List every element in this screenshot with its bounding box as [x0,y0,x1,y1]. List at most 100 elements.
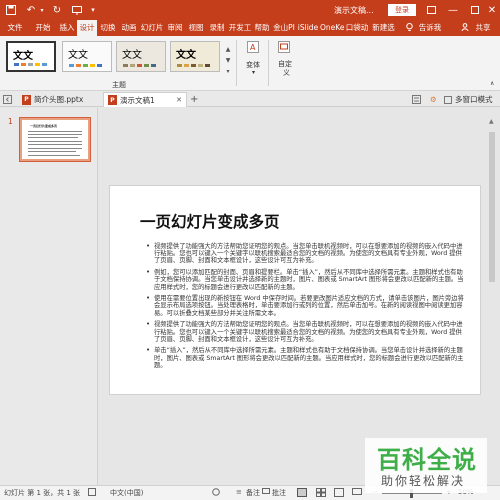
new-tab-icon[interactable]: + [190,92,198,107]
notes-button[interactable]: 备注 [246,488,260,498]
tab-kingsoft-pi[interactable]: 金山PI [272,20,296,36]
bullet-paragraph: 视频提供了功能强大的方法帮助您证明您的观点。当您单击联机视频时，可以在想要添加的… [146,321,466,343]
redo-icon[interactable]: ↻ [50,3,64,17]
theme-office[interactable]: 文文 [6,41,56,72]
share-button[interactable]: 共享 [471,20,495,36]
bullet-paragraph: 视频提供了功能强大的方法帮助您证明您的观点。当您单击联机视频时，可以在想要添加的… [146,243,466,265]
tab-home[interactable]: 开始 [30,20,56,36]
doc-tab-presentation1[interactable]: P 演示文稿1 ✕ [103,92,187,107]
svg-text:A: A [250,43,256,52]
thumbnail-text-line [28,134,82,135]
slideshow-icon[interactable] [70,3,84,17]
scrollbar-thumb[interactable] [489,132,495,282]
tab-transitions[interactable]: 切换 [98,20,118,36]
theme-swatches [69,64,102,67]
tab-insert[interactable]: 插入 [57,20,77,36]
powerpoint-file-icon: P [22,94,31,105]
customize-qat-icon[interactable]: ▾ [88,3,98,17]
slide-body-textbox[interactable]: 视频提供了功能强大的方法帮助您证明您的观点。当您单击联机视频时，可以在想要添加的… [146,243,466,374]
ribbon-tab-bar: 文件 开始 插入 设计 切换 动画 幻灯片 审阅 视图 录制 开发工 帮助 金山… [0,20,500,36]
thumbnail-text-line [28,131,82,132]
collapse-ribbon-icon[interactable]: ∧ [490,80,494,87]
slide-thumbnail-pane: 1 一页幻灯片变成多页 [0,108,98,485]
current-slide[interactable]: 一页幻灯片变成多页 视频提供了功能强大的方法帮助您证明您的观点。当您单击联机视频… [109,185,481,395]
theme-swatches [123,64,156,67]
tab-developer[interactable]: 开发工 [228,20,252,36]
doc-tab-back-icon[interactable] [3,92,12,107]
reading-view-icon[interactable] [334,488,344,499]
theme-swatches [14,63,47,66]
ribbon-display-icon[interactable] [424,3,438,17]
tab-file[interactable]: 文件 [4,20,26,36]
doc-tab-intro[interactable]: P 简介头图.pptx [18,92,87,107]
theme-more-icon[interactable]: ▾ [224,64,232,78]
thumbnail-text-line [28,137,78,138]
window-title: 演示文稿... [334,6,374,15]
watermark-subtitle: 助你轻松解决 [381,474,466,488]
themes-group-label: 主题 [112,81,126,89]
spellcheck-icon[interactable] [88,488,96,498]
tab-islide[interactable]: iSlide [297,20,319,36]
multi-window-label: 多窗口模式 [455,95,493,104]
tab-pocket-animation[interactable]: 口袋动 [345,20,369,36]
customize-icon[interactable] [277,40,291,54]
save-icon[interactable] [4,3,18,17]
accessibility-icon[interactable] [212,488,220,498]
theme-2[interactable]: 文文 [116,41,166,72]
theme-sample-text: 文文 [122,50,142,61]
theme-sample-text: 文文 [176,50,196,61]
variant-dropdown-icon[interactable]: ▾ [252,69,255,76]
tell-me-search[interactable]: 告诉我 [416,20,444,36]
tab-new-selection[interactable]: 新建选 [370,20,397,36]
scroll-up-icon[interactable]: ▲ [489,118,494,125]
design-ribbon: 文文 文文 文文 文文 ▲ ▼ ▾ 主题 A 变体 ▾ 自定 义 ∧ [0,36,500,91]
tab-view[interactable]: 视图 [186,20,206,36]
undo-dropdown-icon[interactable]: ▾ [38,3,46,17]
theme-3[interactable]: 文文 [170,41,220,72]
share-person-icon[interactable] [460,20,470,36]
thumbnail-text-line [28,144,82,145]
slideshow-view-icon[interactable] [352,488,362,499]
close-tab-icon[interactable]: ✕ [176,96,182,104]
maximize-icon[interactable] [468,3,482,17]
minimize-icon[interactable]: — [446,3,460,17]
comments-icon[interactable] [262,488,270,498]
thumbnail-text-line [28,148,82,149]
normal-view-icon[interactable] [297,488,307,499]
theme-swatches [177,64,210,67]
customize-button-line2: 义 [283,69,290,77]
tab-design[interactable]: 设计 [77,20,97,36]
thumbnail-title: 一页幻灯片变成多页 [30,124,58,128]
tab-animations[interactable]: 动画 [119,20,139,36]
watermark-title: 百科全说 [377,446,477,474]
tab-review[interactable]: 审阅 [165,20,185,36]
settings-gear-icon[interactable]: ⚙ [430,92,437,107]
powerpoint-file-icon: P [108,95,117,105]
slide-thumbnail[interactable]: 一页幻灯片变成多页 [19,117,91,162]
notes-icon[interactable]: ≡ [236,488,242,496]
undo-icon[interactable]: ↶ [24,3,38,17]
slide-sorter-icon[interactable] [316,488,326,499]
comments-button[interactable]: 批注 [272,488,286,498]
close-icon[interactable]: ✕ [486,3,498,17]
bullet-paragraph: 例如，您可以添加匹配的封面、页眉和提要栏。单击“插入”，然后从不同库中选择所需元… [146,269,466,291]
doc-tab-label: 演示文稿1 [120,95,155,105]
tab-slideshow[interactable]: 幻灯片 [140,20,164,36]
variant-icon[interactable]: A [246,40,260,54]
title-bar: ↶ ▾ ↻ ▾ 演示文稿... 登录 — ✕ [0,0,500,20]
slide-title[interactable]: 一页幻灯片变成多页 [140,210,280,232]
lightbulb-icon[interactable] [404,20,414,36]
language-status[interactable]: 中文(中国) [110,488,143,498]
vertical-scrollbar[interactable]: ▲ [488,118,496,478]
multi-window-mode[interactable]: 多窗口模式 [444,92,493,107]
watermark-logo: 百科全说 助你轻松解决 [365,438,487,493]
login-button[interactable]: 登录 [388,4,416,16]
tab-help[interactable]: 帮助 [253,20,271,36]
theme-1[interactable]: 文文 [62,41,112,72]
doc-tab-label: 简介头图.pptx [34,95,84,104]
tab-record[interactable]: 录制 [207,20,227,36]
theme-sample-text: 文文 [13,51,33,62]
slide-count-status: 幻灯片 第 1 张，共 1 张 [4,489,81,497]
tab-onekey[interactable]: OneKe [320,20,344,36]
tab-list-icon[interactable] [412,92,421,107]
